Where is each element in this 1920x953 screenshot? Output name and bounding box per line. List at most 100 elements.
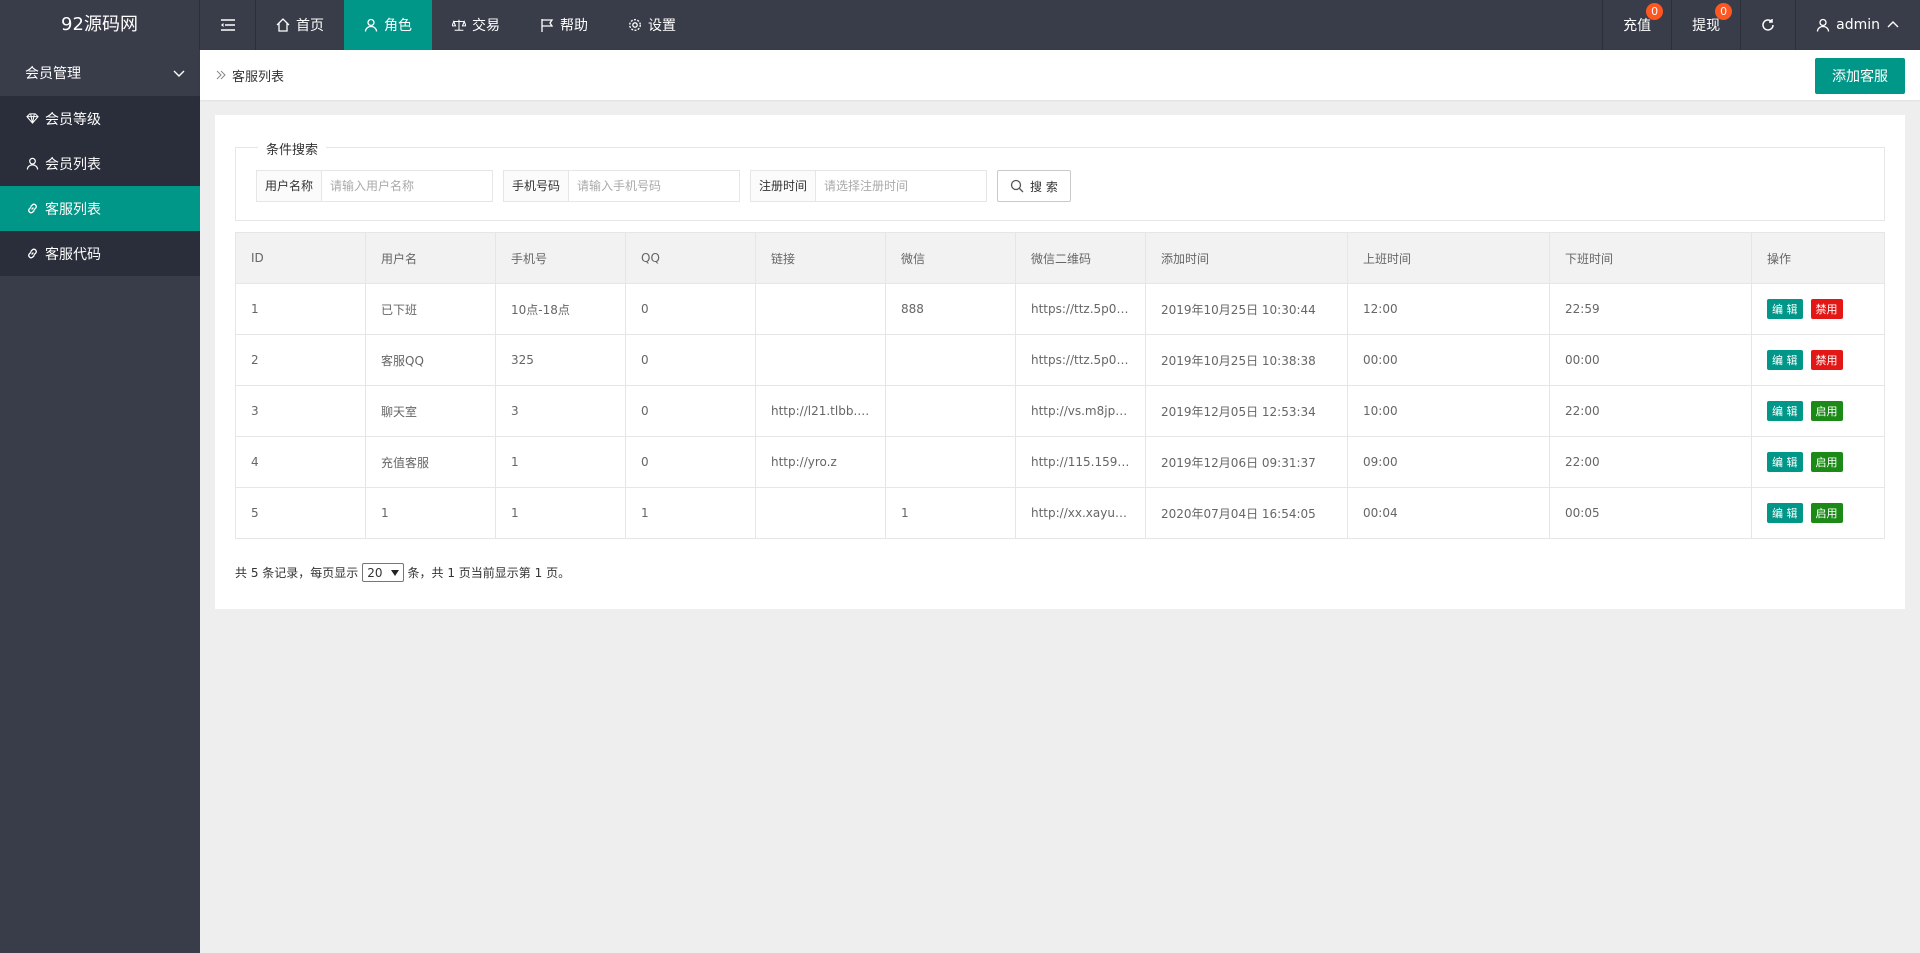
recharge-link[interactable]: 充值 0 — [1602, 0, 1671, 50]
logo[interactable]: 92源码网 — [0, 0, 200, 50]
cell-link: http://l21.tlbb.c... — [755, 385, 886, 437]
table-header-row: ID 用户名 手机号 QQ 链接 微信 微信二维码 添加时间 上班时间 下班时间… — [235, 232, 1885, 284]
regtime-input[interactable] — [816, 171, 987, 201]
withdraw-badge: 0 — [1715, 3, 1733, 20]
col-phone: 手机号 — [495, 232, 626, 284]
regtime-label: 注册时间 — [751, 171, 817, 201]
col-wechat: 微信 — [885, 232, 1016, 284]
cell-added-time: 2019年12月06日 09:31:37 — [1145, 436, 1348, 488]
cell-start-time: 12:00 — [1347, 283, 1550, 335]
user-icon — [1816, 18, 1830, 32]
edit-button[interactable]: 编 辑 — [1767, 299, 1803, 319]
cell-username: 充值客服 — [365, 436, 496, 488]
per-page-value: 20 — [367, 565, 383, 580]
cell-end-time: 22:00 — [1549, 385, 1752, 437]
user-icon — [26, 157, 39, 170]
nav-role[interactable]: 角色 — [344, 0, 432, 50]
cell-username: 客服QQ — [365, 334, 496, 386]
search-button[interactable]: 搜 索 — [997, 170, 1071, 202]
cell-wechat-qr: https://ttz.5p0j... — [1015, 283, 1146, 335]
home-icon — [276, 18, 290, 32]
col-qq: QQ — [625, 232, 756, 284]
sidebar-item-service-list[interactable]: 客服列表 — [0, 186, 200, 231]
top-right-menu: 充值 0 提现 0 admin — [1602, 0, 1920, 50]
cell-added-time: 2019年10月25日 10:30:44 — [1145, 283, 1348, 335]
enable-button[interactable]: 启用 — [1810, 401, 1843, 421]
username-filter: 用户名称 — [256, 170, 494, 202]
edit-button[interactable]: 编 辑 — [1767, 452, 1803, 472]
disable-button[interactable]: 禁用 — [1810, 350, 1843, 370]
nav-role-label: 角色 — [384, 18, 412, 34]
edit-button[interactable]: 编 辑 — [1767, 350, 1803, 370]
search-fieldset: 条件搜索 用户名称 手机号码 注册时间 搜 索 — [235, 139, 1885, 221]
service-table: ID 用户名 手机号 QQ 链接 微信 微信二维码 添加时间 上班时间 下班时间… — [235, 232, 1885, 539]
user-name: admin — [1836, 17, 1880, 33]
link-icon — [28, 203, 37, 214]
sidebar-item-label: 会员等级 — [45, 111, 101, 128]
nav-help-label: 帮助 — [560, 18, 588, 34]
breadcrumb-bar: 客服列表 添加客服 — [200, 50, 1920, 100]
refresh-icon — [1762, 19, 1774, 31]
search-legend: 条件搜索 — [258, 139, 327, 158]
diamond-icon — [26, 113, 39, 124]
username-label: 用户名称 — [257, 171, 323, 201]
cell-actions: 编 辑 禁用 — [1751, 334, 1885, 386]
table-row: 5 1 1 1 1 http://xx.xayutu... 2020年07月04… — [235, 487, 1885, 539]
edit-button[interactable]: 编 辑 — [1767, 401, 1803, 421]
gear-icon — [629, 19, 641, 31]
nav-settings[interactable]: 设置 — [608, 0, 696, 50]
cell-username: 1 — [365, 487, 496, 539]
col-end-time: 下班时间 — [1549, 232, 1752, 284]
add-service-button[interactable]: 添加客服 — [1815, 58, 1905, 94]
sidebar-item-member-list[interactable]: 会员列表 — [0, 141, 200, 186]
cell-username: 已下班 — [365, 283, 496, 335]
sidebar: 会员管理 会员等级 会员列表 客服列表 客服代码 — [0, 50, 200, 953]
breadcrumb-current[interactable]: 客服列表 — [232, 66, 284, 85]
nav-home[interactable]: 首页 — [256, 0, 344, 50]
double-chevron-right-icon — [216, 70, 226, 80]
nav-help[interactable]: 帮助 — [520, 0, 608, 50]
per-page-select[interactable]: 20 — [362, 563, 404, 582]
phone-filter: 手机号码 — [503, 170, 741, 202]
flag-icon — [541, 19, 554, 32]
cell-id: 1 — [235, 283, 366, 335]
cell-phone: 1 — [495, 487, 626, 539]
sidebar-item-label: 客服列表 — [45, 201, 101, 218]
withdraw-link[interactable]: 提现 0 — [1671, 0, 1740, 50]
cell-start-time: 10:00 — [1347, 385, 1550, 437]
search-button-label: 搜 索 — [1030, 179, 1058, 194]
cell-qq: 0 — [625, 334, 756, 386]
cell-wechat — [885, 385, 1016, 437]
cell-start-time: 00:00 — [1347, 334, 1550, 386]
cell-end-time: 22:00 — [1549, 436, 1752, 488]
col-id: ID — [235, 232, 366, 284]
enable-button[interactable]: 启用 — [1810, 452, 1843, 472]
cell-phone: 3 — [495, 385, 626, 437]
cell-qq: 1 — [625, 487, 756, 539]
cell-wechat-qr: http://xx.xayutu... — [1015, 487, 1146, 539]
disable-button[interactable]: 禁用 — [1810, 299, 1843, 319]
cell-link — [755, 487, 886, 539]
cell-wechat — [885, 334, 1016, 386]
cell-wechat — [885, 436, 1016, 488]
sidebar-item-member-level[interactable]: 会员等级 — [0, 96, 200, 141]
table-row: 2 客服QQ 325 0 https://ttz.5p0j... 2019年10… — [235, 334, 1885, 386]
menu-toggle-icon[interactable] — [200, 0, 256, 50]
cell-qq: 0 — [625, 283, 756, 335]
cell-link — [755, 283, 886, 335]
phone-label: 手机号码 — [504, 171, 570, 201]
sidebar-group-label: 会员管理 — [25, 66, 81, 82]
breadcrumb: 客服列表 — [216, 66, 284, 85]
edit-button[interactable]: 编 辑 — [1767, 503, 1803, 523]
user-menu[interactable]: admin — [1795, 0, 1920, 50]
caret-down-icon — [390, 569, 399, 576]
phone-input[interactable] — [569, 171, 740, 201]
cell-id: 4 — [235, 436, 366, 488]
refresh-button[interactable] — [1740, 0, 1795, 50]
enable-button[interactable]: 启用 — [1810, 503, 1843, 523]
nav-trade[interactable]: 交易 — [432, 0, 520, 50]
username-input[interactable] — [322, 171, 493, 201]
cell-added-time: 2019年10月25日 10:38:38 — [1145, 334, 1348, 386]
sidebar-group-member[interactable]: 会员管理 — [0, 50, 200, 96]
sidebar-item-service-code[interactable]: 客服代码 — [0, 231, 200, 276]
